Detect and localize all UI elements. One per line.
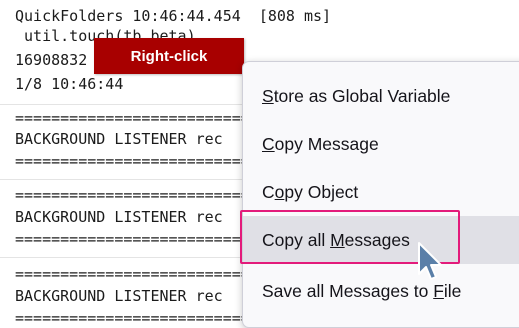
log-line-listener: BACKGROUND LISTENER rec xyxy=(15,287,223,305)
log-line-timestamp: QuickFolders 10:46:44.454 [808 ms] xyxy=(15,7,332,25)
mnemonic: C xyxy=(262,134,275,154)
log-line-listener: BACKGROUND LISTENER rec xyxy=(15,130,223,148)
mnemonic: o xyxy=(274,182,285,202)
log-line-listener: BACKGROUND LISTENER rec xyxy=(15,208,223,226)
menu-item-save-all-messages-to-file[interactable]: Save all Messages to File xyxy=(243,267,519,315)
context-menu: Store as Global Variable Copy Message Co… xyxy=(242,61,519,328)
mouse-pointer-icon xyxy=(418,242,442,280)
menu-item-store-global-variable[interactable]: Store as Global Variable xyxy=(243,72,519,120)
right-click-callout: Right-click xyxy=(94,38,244,74)
mnemonic: S xyxy=(262,86,274,106)
log-line-number: 16908832 xyxy=(15,51,88,69)
menu-item-copy-object[interactable]: Copy Object xyxy=(243,168,519,216)
mnemonic: F xyxy=(433,281,444,301)
menu-item-copy-message[interactable]: Copy Message xyxy=(243,120,519,168)
log-line-date: 1/8 10:46:44 xyxy=(15,75,124,93)
